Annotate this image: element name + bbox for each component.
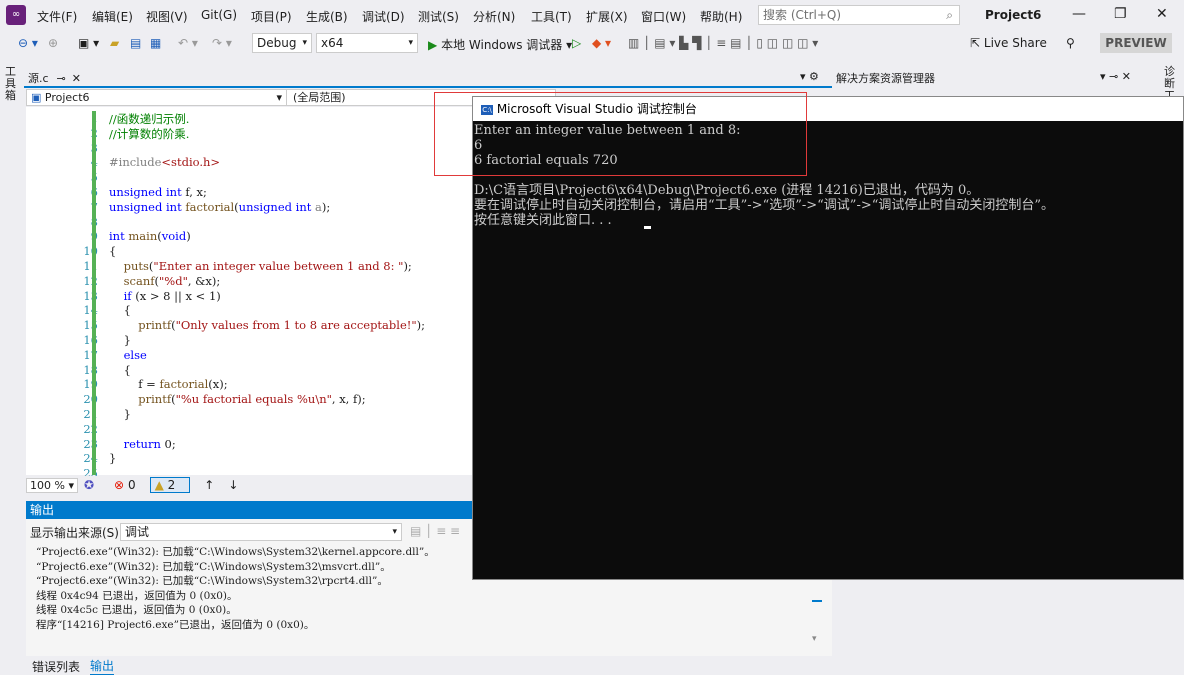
menu-item[interactable]: 文件(F) bbox=[37, 8, 77, 25]
code-line[interactable]: int main(void) bbox=[109, 229, 191, 243]
editor-status-bar: 100 % ▾ ✪ ⊗ 0 ▲ 2 ↑ ↓ bbox=[26, 476, 472, 494]
output-text: “Project6.exe”(Win32): 已加载“C:\Windows\Sy… bbox=[36, 546, 435, 631]
save-icon[interactable]: ▤ bbox=[130, 36, 141, 50]
share-icon: ⇱ bbox=[970, 36, 981, 50]
back-icon[interactable]: ⊖ ▾ bbox=[18, 36, 38, 50]
restore-icon[interactable]: ❐ bbox=[1114, 6, 1127, 22]
close-tab-icon[interactable]: ✕ bbox=[72, 72, 81, 85]
code-line[interactable]: { bbox=[109, 244, 116, 258]
code-line[interactable]: #include<stdio.h> bbox=[109, 155, 220, 169]
hot-reload-icon[interactable]: ◆ ▾ bbox=[592, 36, 611, 50]
menu-item[interactable]: Git(G) bbox=[201, 8, 237, 22]
run-button[interactable]: ▶ 本地 Windows 调试器 ▾ bbox=[428, 36, 572, 53]
change-indicator bbox=[92, 111, 96, 475]
bottom-tabs: 错误列表 输出 bbox=[26, 657, 834, 675]
menu-item[interactable]: 项目(P) bbox=[251, 8, 292, 25]
save-all-icon[interactable]: ▦ bbox=[150, 36, 161, 50]
output-toolbar-icons[interactable]: ▤ │ ≡ ≡ bbox=[410, 524, 460, 538]
project-icon: ▣ bbox=[31, 91, 42, 104]
code-line[interactable]: //计算数的阶乘. bbox=[109, 126, 189, 142]
output-source-dropdown[interactable]: 调试 ▾ bbox=[120, 523, 402, 541]
zoom-dropdown[interactable]: 100 % ▾ bbox=[26, 477, 78, 493]
menu-item[interactable]: 帮助(H) bbox=[700, 8, 742, 25]
code-line[interactable]: //函数递归示例. bbox=[109, 111, 189, 127]
preview-button[interactable]: PREVIEW bbox=[1100, 33, 1172, 53]
config-dropdown[interactable]: Debug ▾ bbox=[252, 33, 312, 53]
platform-dropdown[interactable]: x64 ▾ bbox=[316, 33, 418, 53]
search-icon: ⌕ bbox=[946, 8, 953, 22]
undo-icon[interactable]: ↶ ▾ bbox=[178, 36, 198, 50]
health-icon[interactable]: ✪ bbox=[84, 478, 94, 492]
next-issue-icon[interactable]: ↓ bbox=[228, 478, 238, 492]
code-line[interactable]: printf("%u factorial equals %u\n", x, f)… bbox=[109, 392, 365, 406]
solution-explorer-controls[interactable]: ▾ ⊸ ✕ bbox=[1100, 70, 1131, 83]
code-line[interactable]: } bbox=[109, 451, 116, 465]
tab-source[interactable]: 源.c ⊸ ✕ bbox=[28, 70, 81, 86]
code-line[interactable]: } bbox=[109, 407, 131, 421]
code-line[interactable]: if (x > 8 || x < 1) bbox=[109, 289, 221, 303]
code-line[interactable]: { bbox=[109, 303, 131, 317]
code-line[interactable]: } bbox=[109, 333, 131, 347]
toolbox-strip: 工具箱 bbox=[0, 56, 24, 656]
menu-item[interactable]: 分析(N) bbox=[473, 8, 515, 25]
code-line[interactable]: else bbox=[109, 348, 147, 362]
live-share-button[interactable]: ⇱ Live Share bbox=[970, 36, 1047, 50]
start-without-debug-icon[interactable]: ▷ bbox=[572, 36, 581, 50]
play-icon: ▶ bbox=[428, 38, 438, 52]
search-input[interactable]: 搜索 (Ctrl+Q) ⌕ bbox=[758, 5, 960, 25]
menu-item[interactable]: 调试(D) bbox=[362, 8, 405, 25]
minimize-icon[interactable]: — bbox=[1072, 6, 1086, 22]
forward-icon[interactable]: ⊕ bbox=[48, 36, 58, 50]
menu-item[interactable]: 生成(B) bbox=[306, 8, 348, 25]
menu-item[interactable]: 工具(T) bbox=[531, 8, 572, 25]
open-icon[interactable]: ▰ bbox=[110, 36, 119, 50]
toolbar-icons[interactable]: ▥ │ ▤ ▾ ▙ ▜ │ ≡ ▤ │ ▯ ◫ ◫ ◫ ▾ bbox=[628, 36, 818, 50]
output-source-label: 显示输出来源(S): bbox=[30, 526, 124, 540]
prev-issue-icon[interactable]: ↑ bbox=[204, 478, 214, 492]
menu-bar: ∞ 文件(F) 编辑(E) 视图(V) Git(G) 项目(P) 生成(B) 调试(D) 测试… bbox=[0, 0, 1184, 32]
warning-icon: ▲ bbox=[154, 478, 164, 492]
code-line[interactable]: unsigned int factorial(unsigned int a); bbox=[109, 200, 330, 214]
code-line[interactable]: unsigned int f, x; bbox=[109, 185, 207, 199]
console-cursor bbox=[644, 226, 651, 229]
code-line[interactable]: puts("Enter an integer value between 1 a… bbox=[109, 259, 412, 273]
error-icon: ⊗ bbox=[114, 478, 125, 492]
project-title: Project6 bbox=[985, 8, 1042, 22]
tab-error-list[interactable]: 错误列表 bbox=[32, 658, 80, 675]
account-icon[interactable]: ⚲ bbox=[1066, 36, 1075, 50]
menu-item[interactable]: 视图(V) bbox=[146, 8, 188, 25]
code-line[interactable]: f = factorial(x); bbox=[109, 377, 227, 391]
menu-item[interactable]: 测试(S) bbox=[418, 8, 459, 25]
project-nav-dropdown[interactable]: ▣ Project6 ▾ bbox=[27, 90, 287, 106]
error-count[interactable]: ⊗ 0 bbox=[114, 478, 136, 492]
vs-logo-icon: ∞ bbox=[6, 5, 26, 25]
toolbox-tab[interactable]: 工具箱 bbox=[5, 66, 19, 102]
warning-count[interactable]: ▲ 2 bbox=[149, 477, 191, 493]
tab-list-icon[interactable]: ▾ ⚙ bbox=[800, 70, 819, 83]
new-project-icon[interactable]: ▣ ▾ bbox=[78, 36, 99, 50]
menu-item[interactable]: 编辑(E) bbox=[92, 8, 133, 25]
redo-icon[interactable]: ↷ ▾ bbox=[212, 36, 232, 50]
menu-item[interactable]: 扩展(X) bbox=[586, 8, 628, 25]
solution-explorer-title: 解决方案资源管理器 bbox=[836, 72, 935, 85]
code-line[interactable]: scanf("%d", &x); bbox=[109, 274, 221, 288]
pin-icon[interactable]: ⊸ bbox=[57, 72, 66, 85]
highlight-box bbox=[434, 92, 807, 176]
menu-item[interactable]: 窗口(W) bbox=[641, 8, 686, 25]
code-line[interactable]: { bbox=[109, 363, 131, 377]
tab-output[interactable]: 输出 bbox=[90, 657, 115, 675]
close-icon[interactable]: ✕ bbox=[1156, 6, 1168, 22]
code-line[interactable]: printf("Only values from 1 to 8 are acce… bbox=[109, 318, 425, 332]
document-tabstrip bbox=[24, 68, 832, 88]
code-line[interactable]: return 0; bbox=[109, 437, 176, 451]
